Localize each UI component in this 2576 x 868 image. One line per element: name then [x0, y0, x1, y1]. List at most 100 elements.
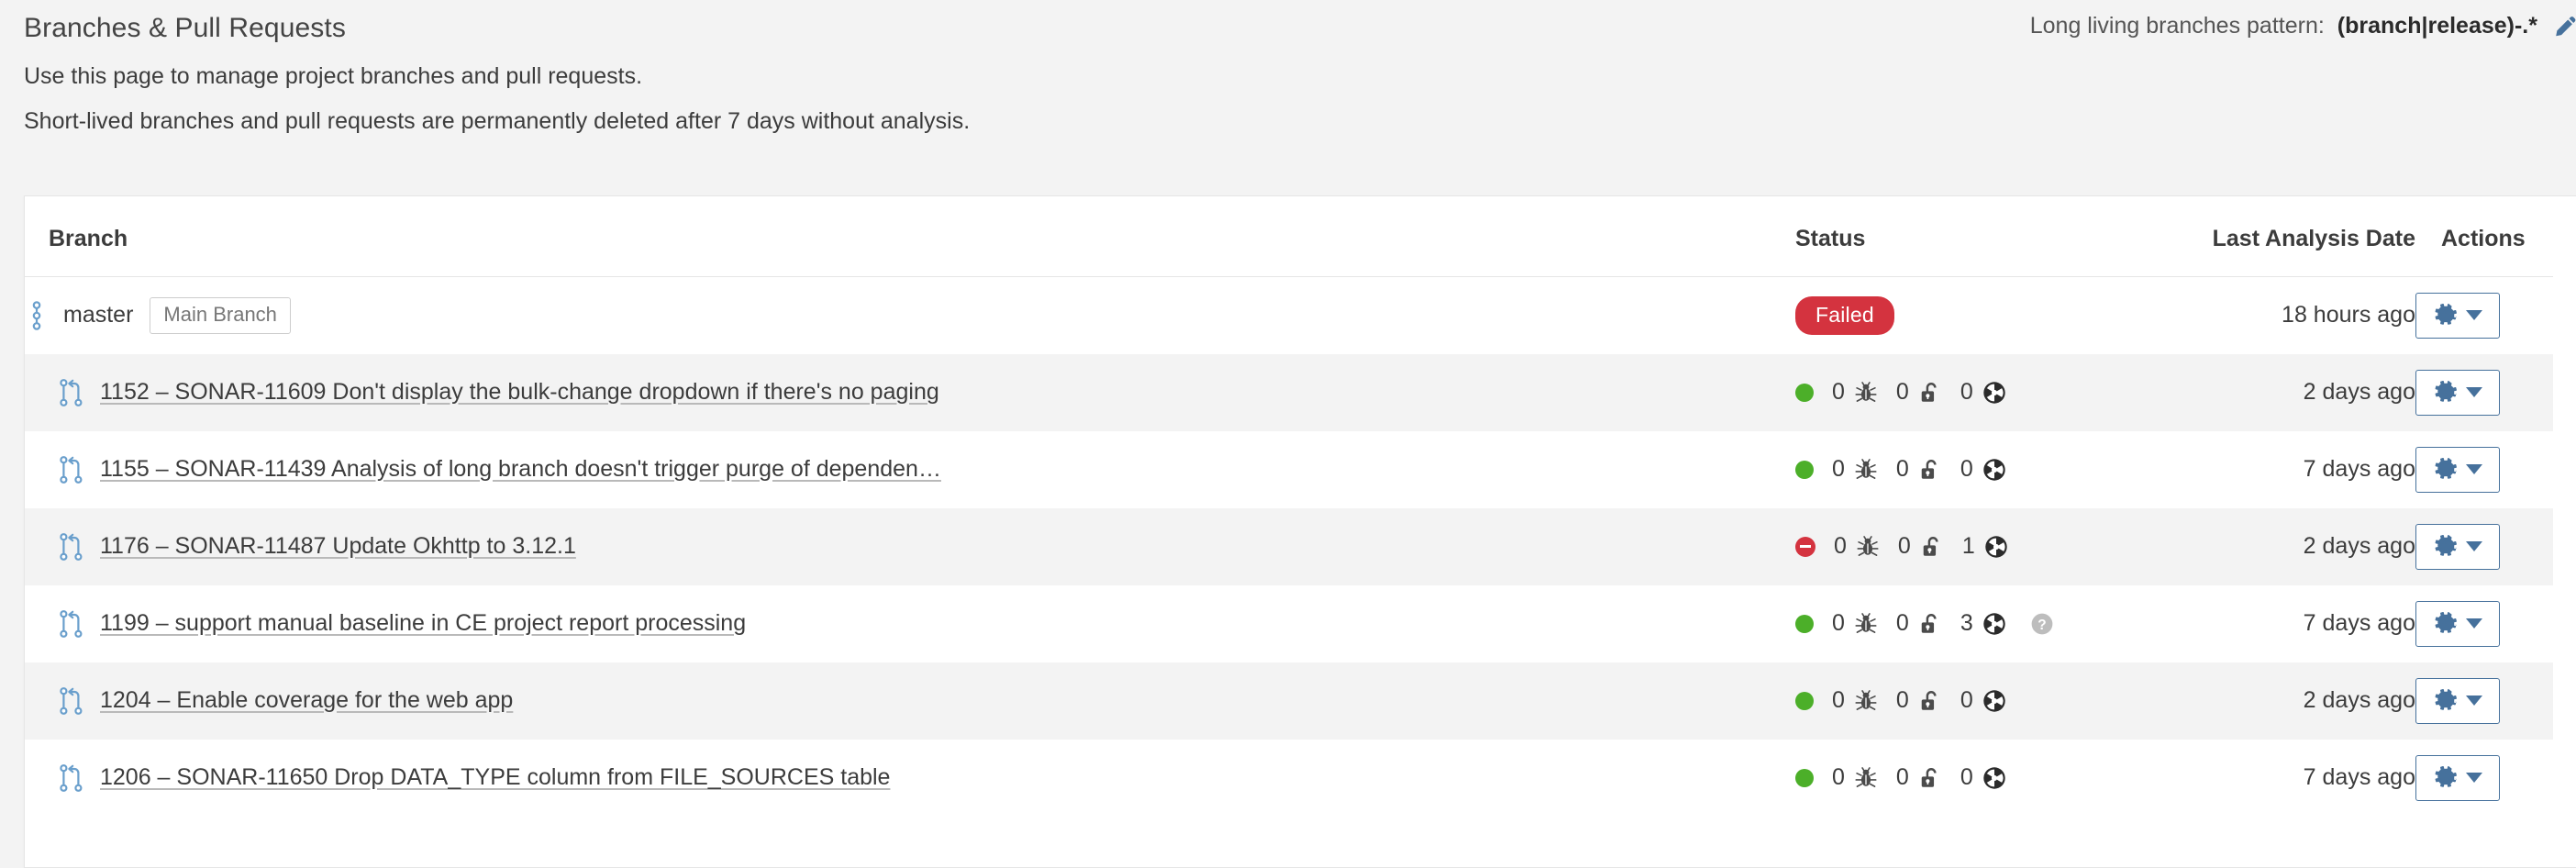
- gear-icon: [2433, 534, 2459, 560]
- row-settings-button[interactable]: [2415, 754, 2500, 801]
- status-cell: 0 0 0: [1795, 354, 2153, 431]
- vulnerabilities-count: 0: [1897, 533, 1911, 559]
- branch-name-cell: 1199 – support manual baseline in CE pro…: [25, 585, 1795, 662]
- last-analysis-date: 2 days ago: [2303, 687, 2415, 713]
- help-icon[interactable]: ?: [2030, 612, 2054, 636]
- pull-request-icon: [58, 686, 85, 716]
- last-analysis-date: 7 days ago: [2303, 610, 2415, 636]
- row-settings-button[interactable]: [2415, 369, 2500, 416]
- branches-card: Branch Status Last Analysis Date Actions…: [24, 195, 2576, 868]
- long-living-branches-value: (branch|release)-.*: [2337, 13, 2537, 39]
- page-header: Branches & Pull Requests Use this page t…: [0, 0, 2576, 135]
- vulnerabilities-count: 0: [1895, 379, 1909, 405]
- status-cell: 0 0 0: [1795, 662, 2153, 740]
- vulnerabilities-count: 0: [1895, 610, 1909, 636]
- column-header-actions: Actions: [2415, 196, 2553, 277]
- quality-gate-ok-indicator: [1795, 614, 1814, 633]
- branch-name-cell: 1204 – Enable coverage for the web app: [25, 662, 1795, 740]
- pull-request-link[interactable]: 1206 – SONAR-11650 Drop DATA_TYPE column…: [100, 764, 890, 791]
- main-branch-badge: Main Branch: [150, 296, 291, 334]
- gear-icon: [2433, 303, 2459, 328]
- pull-request-link[interactable]: 1176 – SONAR-11487 Update Okhttp to 3.12…: [100, 533, 576, 560]
- vulnerabilities-count: 0: [1895, 456, 1909, 482]
- bug-icon: [1854, 766, 1878, 790]
- page-description-line-2: Short-lived branches and pull requests a…: [24, 108, 971, 134]
- open-lock-vulnerability-icon: [1918, 612, 1942, 636]
- chevron-down-icon: [2466, 310, 2482, 321]
- page-description-line-1: Use this page to manage project branches…: [24, 63, 643, 89]
- open-lock-vulnerability-icon: [1918, 689, 1942, 713]
- bugs-count: 0: [1832, 610, 1845, 636]
- last-analysis-date: 18 hours ago: [2282, 302, 2415, 328]
- quality-gate-error-indicator: [1795, 536, 1815, 557]
- bugs-count: 0: [1832, 379, 1845, 405]
- row-settings-button[interactable]: [2415, 523, 2500, 570]
- table-row: 1155 – SONAR-11439 Analysis of long bran…: [25, 431, 2553, 508]
- bug-icon: [1854, 612, 1878, 636]
- chevron-down-icon: [2466, 773, 2482, 783]
- code-smell-icon: [1982, 766, 2006, 790]
- open-lock-vulnerability-icon: [1918, 458, 1942, 482]
- code-smell-icon: [1982, 458, 2006, 482]
- code-smells-count: 3: [1960, 610, 1973, 636]
- actions-cell: [2415, 585, 2553, 662]
- chevron-down-icon: [2466, 541, 2482, 551]
- chevron-down-icon: [2466, 696, 2482, 706]
- open-lock-vulnerability-icon: [1920, 535, 1944, 559]
- chevron-down-icon: [2466, 618, 2482, 629]
- bug-icon: [1856, 535, 1880, 559]
- gear-icon: [2433, 688, 2459, 714]
- bugs-count: 0: [1834, 533, 1847, 559]
- quality-gate-ok-indicator: [1795, 768, 1814, 787]
- table-row: 1176 – SONAR-11487 Update Okhttp to 3.12…: [25, 507, 2553, 585]
- row-settings-button[interactable]: [2415, 677, 2500, 724]
- pull-request-icon: [58, 378, 85, 407]
- actions-cell: [2415, 662, 2553, 740]
- branch-name[interactable]: master: [63, 302, 133, 328]
- pull-request-link[interactable]: 1199 – support manual baseline in CE pro…: [100, 610, 746, 637]
- status-cell: 0 0 1: [1795, 508, 2153, 585]
- open-lock-vulnerability-icon: [1918, 381, 1942, 405]
- pull-request-link[interactable]: 1155 – SONAR-11439 Analysis of long bran…: [100, 456, 941, 483]
- code-smells-count: 0: [1960, 379, 1973, 405]
- pull-request-link[interactable]: 1152 – SONAR-11609 Don't display the bul…: [100, 379, 939, 406]
- code-smell-icon: [1982, 381, 2006, 405]
- row-settings-button[interactable]: [2415, 292, 2500, 339]
- actions-cell: [2415, 277, 2553, 354]
- last-analysis-date: 7 days ago: [2303, 764, 2415, 790]
- pencil-edit-icon[interactable]: [2552, 15, 2576, 39]
- quality-gate-ok-indicator: [1795, 691, 1814, 710]
- pull-request-link[interactable]: 1204 – Enable coverage for the web app: [100, 687, 513, 714]
- branch-name-cell: 1176 – SONAR-11487 Update Okhttp to 3.12…: [25, 508, 1795, 585]
- gear-icon: [2433, 380, 2459, 406]
- status-cell: 0 0 0: [1795, 740, 2153, 817]
- actions-cell: [2415, 508, 2553, 585]
- svg-text:?: ?: [2037, 617, 2046, 632]
- last-analysis-date: 2 days ago: [2303, 533, 2415, 559]
- bug-icon: [1854, 381, 1878, 405]
- branches-page: Branches & Pull Requests Use this page t…: [0, 0, 2576, 868]
- bug-icon: [1854, 689, 1878, 713]
- bug-icon: [1854, 458, 1878, 482]
- table-row: 1152 – SONAR-11609 Don't display the bul…: [25, 353, 2553, 431]
- row-settings-button[interactable]: [2415, 600, 2500, 647]
- bugs-count: 0: [1832, 456, 1845, 482]
- column-header-last-analysis-date: Last Analysis Date: [2153, 196, 2415, 277]
- table-row: 1199 – support manual baseline in CE pro…: [25, 585, 2553, 662]
- quality-gate-ok-indicator: [1795, 383, 1814, 402]
- vulnerabilities-count: 0: [1895, 687, 1909, 713]
- code-smells-count: 0: [1960, 764, 1973, 790]
- code-smell-icon: [1982, 689, 2006, 713]
- bugs-count: 0: [1832, 764, 1845, 790]
- row-settings-button[interactable]: [2415, 446, 2500, 493]
- table-header-row: Branch Status Last Analysis Date Actions: [25, 196, 2553, 277]
- status-cell: 0 0 3?: [1795, 585, 2153, 662]
- gear-icon: [2433, 457, 2459, 483]
- branch-name-cell: master Main Branch: [25, 277, 1795, 354]
- actions-cell: [2415, 354, 2553, 431]
- table-header: Branch Status Last Analysis Date Actions: [25, 196, 2553, 277]
- branch-icon: [25, 301, 49, 330]
- chevron-down-icon: [2466, 464, 2482, 474]
- gear-icon: [2433, 765, 2459, 791]
- status-cell: Failed: [1795, 277, 2153, 354]
